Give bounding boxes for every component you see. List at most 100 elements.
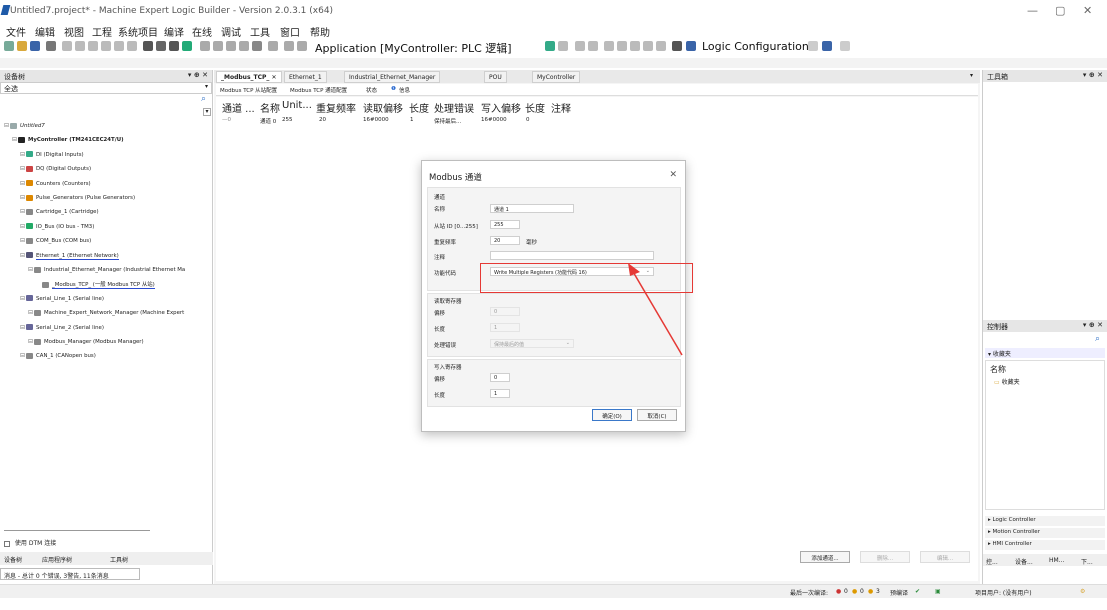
tree-item[interactable]: ⊟ Modbus_Manager (Modbus Manager) [28,338,144,345]
messages-tab[interactable]: 消息 - 总计 0 个错误, 3警告, 11条消息 [0,568,140,580]
step-icon[interactable] [604,41,614,51]
menu-online[interactable]: 在线 [192,24,212,39]
search-icon[interactable]: ⌕ [1095,334,1100,344]
tree-item[interactable]: ⊟ MyController (TM241CEC24T/U) [12,136,124,143]
write-offset-field[interactable]: 0 [490,373,510,382]
dtm-checkbox[interactable]: 使用 DTM 连接 [4,538,56,547]
tree-item[interactable]: ⊟ Pulse_Generators (Pulse Generators) [20,194,135,201]
tree-item[interactable]: ⊟ COM_Bus (COM bus) [20,237,91,244]
subtab-status[interactable]: 状态 [366,86,377,94]
read-offset-field[interactable]: 0 [490,307,520,316]
menu-edit[interactable]: 编辑 [35,24,55,39]
favorites-item[interactable]: ▭ 收藏夹 [994,377,1020,386]
toolbox-controls[interactable]: ▾ ⊕ ✕ [1083,71,1103,79]
config-icon[interactable] [672,41,682,51]
help-icon[interactable] [808,41,818,51]
col-name[interactable]: 名称 [260,100,280,115]
menu-build[interactable]: 编译 [164,24,184,39]
tab-tool-tree[interactable]: 工具树 [110,555,128,564]
menu-help[interactable]: 帮助 [310,24,330,39]
tab-ethernet[interactable]: Ethernet_1 [284,71,327,83]
tree-item[interactable]: ⊟ Counters (Counters) [20,180,91,187]
col-unit[interactable]: Unit... [282,100,312,111]
find-icon[interactable] [143,41,153,51]
tab-modbus-tcp[interactable]: _Modbus_TCP_ ✕ [216,71,282,83]
subtab-info[interactable]: 信息 [399,86,410,94]
repeat-rate-field[interactable]: 20 [490,236,520,245]
logout-icon[interactable] [558,41,568,51]
error-handling-select[interactable]: 保持最后的值 ⌄ [490,339,574,348]
tool-6-icon[interactable] [268,41,278,51]
stop-icon[interactable] [588,41,598,51]
menu-window[interactable]: 窗口 [280,24,300,39]
comment-field[interactable] [490,251,654,260]
cut-icon[interactable] [88,41,98,51]
tab-devices[interactable]: 设备... [1015,557,1033,566]
cancel-button[interactable]: 取消(C) [637,409,677,421]
bookmark-next-icon[interactable] [182,41,192,51]
tabs-dropdown-icon[interactable]: ▾ [970,72,973,79]
step-out-icon[interactable] [630,41,640,51]
col-write-offset[interactable]: 写入偏移 [481,100,521,115]
tree-item[interactable]: ⊟ Serial_Line_1 (Serial line) [20,295,104,302]
menu-debug[interactable]: 调试 [221,24,241,39]
print-icon[interactable] [46,41,56,51]
breakpoint-icon[interactable] [643,41,653,51]
run-icon[interactable] [575,41,585,51]
copy-icon[interactable] [101,41,111,51]
col-channel[interactable]: 通道 ... [222,100,255,115]
tool-8-icon[interactable] [297,41,307,51]
undo-icon[interactable] [62,41,72,51]
write-length-field[interactable]: 1 [490,389,510,398]
new-icon[interactable] [4,41,14,51]
col-error-handling[interactable]: 处理错误 [434,100,474,115]
tree-item[interactable]: ⊟ Machine_Expert_Network_Manager (Machine… [28,309,184,316]
active-application[interactable]: Application [MyController: PLC 逻辑] [315,40,512,56]
tree-item[interactable]: ⊟ IO_Bus (IO bus - TM3) [20,223,94,230]
user-icon[interactable] [822,41,832,51]
maximize-button[interactable]: ▢ [1055,4,1065,17]
replace-icon[interactable] [156,41,166,51]
tool-7-icon[interactable] [284,41,294,51]
paste-icon[interactable] [114,41,124,51]
panel-controls[interactable]: ▾ ⊕ ✕ [188,71,208,79]
read-length-field[interactable]: 1 [490,323,520,332]
tree-item[interactable]: ⊟ Cartridge_1 (Cartridge) [20,208,99,215]
open-icon[interactable] [17,41,27,51]
tree-menu-icon[interactable]: ▾ [203,108,211,116]
tree-item[interactable]: ⊟ DI (Digital Inputs) [20,151,84,158]
close-button[interactable]: ✕ [1083,4,1092,17]
tree-item[interactable]: ⊟ Industrial_Ethernet_Manager (Industrial… [28,266,185,273]
menu-view[interactable]: 视图 [64,24,84,39]
logic-controller-section[interactable]: ▸ Logic Controller [985,516,1105,526]
hmi-controller-section[interactable]: ▸ HMI Controller [985,540,1105,550]
tab-mycontroller[interactable]: MyController [532,71,581,83]
col-comment[interactable]: 注释 [551,100,571,115]
subtab-channel-config[interactable]: Modbus TCP 通道配置 [290,86,347,94]
delete-icon[interactable] [127,41,137,51]
delete-channel-button[interactable]: 删除... [860,551,910,563]
controller-controls[interactable]: ▾ ⊕ ✕ [1083,321,1103,329]
redo-icon[interactable] [75,41,85,51]
add-channel-button[interactable]: 添加通道... [800,551,850,563]
tree-filter-combo[interactable]: 全选 ▾ [0,82,212,94]
ok-button[interactable]: 确定(O) [592,409,632,421]
col-write-length[interactable]: 长度 [525,100,545,115]
minimize-button[interactable]: — [1027,4,1038,17]
tool-3-icon[interactable] [226,41,236,51]
col-repeat-rate[interactable]: 重复频率 [316,100,356,115]
watch-icon[interactable] [656,41,666,51]
tree-item[interactable]: ⊟ CAN_1 (CANopen bus) [20,352,96,359]
status-info-icon[interactable]: ⚙ [1080,588,1085,595]
menu-system-project[interactable]: 系统项目 [118,24,158,39]
favorites-header[interactable]: ▾ 收藏夹 [985,348,1105,358]
edit-channel-button[interactable]: 编辑... [920,551,970,563]
col-read-length[interactable]: 长度 [409,100,429,115]
tool-5-icon[interactable] [252,41,262,51]
tree-item[interactable]: _Modbus_TCP_ (一般 Modbus TCP 从站) [36,280,155,290]
subtab-slave-config[interactable]: Modbus TCP 从站配置 [220,86,277,94]
tab-industrial-ethernet[interactable]: Industrial_Ethernet_Manager [344,71,441,83]
tool-1-icon[interactable] [200,41,210,51]
tool-4-icon[interactable] [239,41,249,51]
logic-config-icon[interactable] [686,41,696,51]
